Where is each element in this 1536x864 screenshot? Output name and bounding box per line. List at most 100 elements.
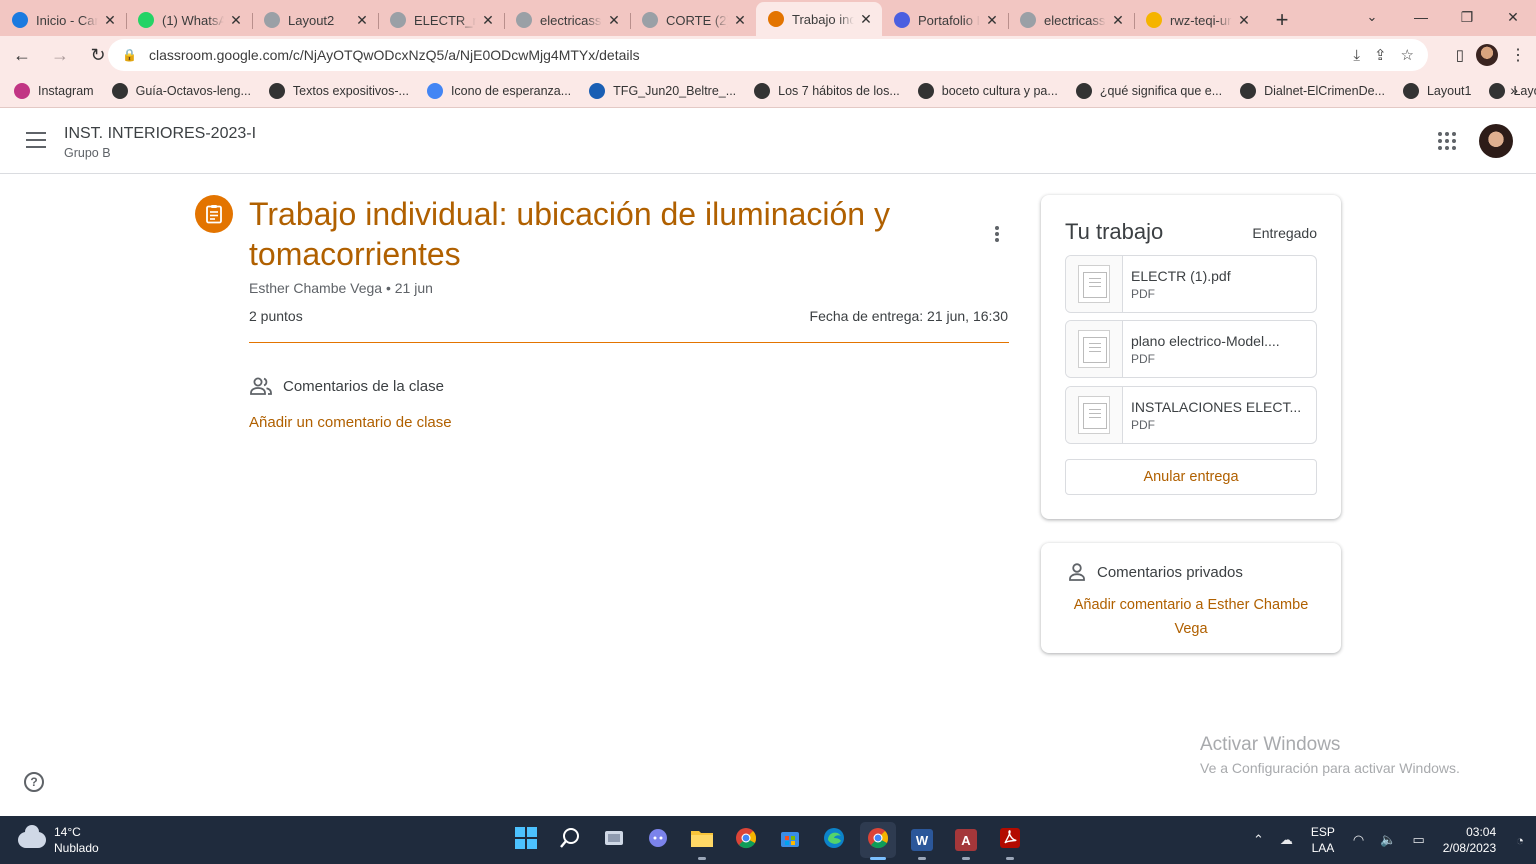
add-private-comment-link[interactable]: Añadir comentario a Esther Chambe Vega: [1065, 593, 1317, 641]
browser-tab[interactable]: (1) WhatsApp✕: [126, 4, 252, 36]
pdf-thumbnail-icon: [1066, 256, 1123, 312]
tab-favicon-icon: [138, 12, 154, 28]
onedrive-icon[interactable]: ☁: [1280, 832, 1293, 848]
bookmarks-overflow-icon[interactable]: »: [1510, 82, 1518, 98]
taskbar-search-button[interactable]: [552, 822, 588, 858]
tab-close-icon[interactable]: ✕: [1236, 12, 1252, 29]
browser-tab[interactable]: CORTE (2) ✕: [630, 4, 756, 36]
window-controls: ⌄ — ❐ ✕: [1352, 0, 1536, 34]
volume-icon[interactable]: 🔈: [1380, 832, 1396, 848]
tab-close-icon[interactable]: ✕: [1110, 12, 1126, 29]
close-window-icon[interactable]: ✕: [1490, 9, 1536, 26]
bookmark-item[interactable]: boceto cultura y pa...: [917, 82, 1058, 99]
tab-close-icon[interactable]: ✕: [606, 12, 622, 29]
lock-icon[interactable]: 🔒: [122, 48, 137, 62]
your-work-card: Tu trabajo Entregado ELECTR (1).pdf PDF pl…: [1041, 195, 1341, 519]
browser-tab[interactable]: Trabajo indi ✕: [756, 2, 882, 36]
clock-time: 03:04: [1466, 825, 1497, 839]
tab-close-icon[interactable]: ✕: [228, 12, 244, 29]
bookmark-item[interactable]: ¿qué significa que e...: [1075, 82, 1222, 99]
taskbar-file-explorer-button[interactable]: [684, 822, 720, 860]
taskbar-teams-button[interactable]: [640, 822, 676, 858]
browser-tab[interactable]: electricasss ✕: [1008, 4, 1134, 36]
bookmark-item[interactable]: Los 7 hábitos de los...: [754, 82, 900, 99]
battery-icon[interactable]: ▭: [1412, 832, 1424, 848]
tab-search-icon[interactable]: ⌄: [1352, 9, 1392, 25]
cloud-icon: [18, 825, 46, 848]
bookmark-item[interactable]: Textos expositivos-...: [268, 82, 409, 99]
main-menu-icon[interactable]: [26, 132, 46, 148]
browser-tab[interactable]: Layout2 ✕: [252, 4, 378, 36]
taskbar-chrome-button[interactable]: [728, 822, 764, 858]
attachment-type: PDF: [1131, 418, 1155, 432]
taskbar-chrome-profile-button[interactable]: [860, 822, 896, 860]
tab-close-icon[interactable]: ✕: [102, 12, 118, 29]
unsubmit-button[interactable]: Anular entrega: [1065, 459, 1317, 495]
minimize-icon[interactable]: —: [1398, 9, 1444, 25]
taskbar-edge-button[interactable]: [816, 822, 852, 858]
bookmark-item[interactable]: Guía-Octavos-leng...: [111, 82, 251, 99]
bookmark-star-icon[interactable]: ☆: [1401, 46, 1414, 64]
browser-tab[interactable]: electricasss ✕: [504, 4, 630, 36]
taskbar-word-button[interactable]: W: [904, 822, 940, 860]
weather-widget[interactable]: 14°C Nublado: [18, 824, 99, 856]
wifi-icon[interactable]: ◠: [1353, 832, 1364, 848]
acrobat-icon: [999, 827, 1021, 853]
class-comments-heading: Comentarios de la clase: [249, 376, 444, 396]
attachment-item[interactable]: ELECTR (1).pdf PDF: [1065, 255, 1317, 313]
tab-title: electricasss: [1044, 12, 1106, 28]
bookmark-label: boceto cultura y pa...: [941, 83, 1058, 98]
restore-icon[interactable]: ❐: [1444, 9, 1490, 26]
language-code: ESP: [1310, 825, 1335, 839]
notifications-icon[interactable]: ◔: [1516, 833, 1524, 848]
bookmark-item[interactable]: Icono de esperanza...: [426, 82, 571, 99]
tab-title: CORTE (2): [666, 12, 728, 28]
bookmark-item[interactable]: Instagram: [14, 82, 94, 99]
forward-icon[interactable]: →: [44, 39, 76, 71]
tab-favicon-icon: [894, 12, 910, 28]
tab-close-icon[interactable]: ✕: [858, 11, 874, 28]
add-class-comment-link[interactable]: Añadir un comentario de clase: [249, 414, 452, 431]
bookmark-item[interactable]: TFG_Jun20_Beltre_...: [589, 82, 736, 99]
taskbar-task-view-button[interactable]: [596, 822, 632, 858]
taskbar-start-button[interactable]: [508, 822, 544, 858]
clock[interactable]: 03:04 2/08/2023: [1443, 824, 1496, 856]
private-comments-card: Comentarios privados Añadir comentario a…: [1041, 543, 1341, 653]
new-tab-button[interactable]: +: [1260, 4, 1304, 36]
tab-close-icon[interactable]: ✕: [732, 12, 748, 29]
taskbar-store-button[interactable]: [772, 822, 808, 858]
browser-tab[interactable]: rwz-teqi-ur ✕: [1134, 4, 1260, 36]
person-icon: [1069, 563, 1085, 581]
more-options-icon[interactable]: [987, 224, 1007, 244]
bookmark-item[interactable]: Dialnet-ElCrimenDe...: [1240, 82, 1385, 99]
taskbar-acrobat-button[interactable]: [992, 822, 1028, 860]
search-icon: [559, 827, 581, 853]
address-bar[interactable]: 🔒 classroom.google.com/c/NjAyOTQwODcxNzQ…: [108, 39, 1428, 71]
attachment-item[interactable]: INSTALACIONES ELECT... PDF: [1065, 386, 1317, 444]
tab-close-icon[interactable]: ✕: [354, 12, 370, 29]
browser-tab[interactable]: Portafolio Ir ✕: [882, 4, 1008, 36]
back-icon[interactable]: ←: [6, 39, 38, 71]
chevron-up-icon[interactable]: ⌃: [1253, 832, 1264, 848]
browser-tab[interactable]: Inicio - Canva✕: [0, 4, 126, 36]
taskbar-access-button[interactable]: A: [948, 822, 984, 860]
your-work-title: Tu trabajo: [1065, 219, 1164, 244]
profile-avatar-icon[interactable]: [1476, 44, 1498, 66]
install-icon[interactable]: ⤓: [1353, 47, 1360, 64]
attachment-item[interactable]: plano electrico-Model.... PDF: [1065, 320, 1317, 378]
tab-close-icon[interactable]: ✕: [984, 12, 1000, 29]
class-name[interactable]: INST. INTERIORES-2023-I: [64, 125, 256, 143]
browser-tab[interactable]: ELECTR_me✕: [378, 4, 504, 36]
share-icon[interactable]: ⇪: [1374, 46, 1387, 64]
help-icon[interactable]: ?: [24, 772, 44, 792]
google-apps-icon[interactable]: [1438, 132, 1456, 150]
input-language[interactable]: ESP LAA: [1311, 824, 1335, 856]
bookmark-item[interactable]: Layout1: [1402, 82, 1471, 99]
account-avatar[interactable]: [1479, 124, 1513, 158]
watermark-subtitle: Ve a Configuración para activar Windows.: [1200, 760, 1460, 776]
side-panel-icon[interactable]: ▯: [1456, 46, 1464, 64]
chrome-menu-icon[interactable]: ⋮: [1510, 45, 1526, 65]
tab-close-icon[interactable]: ✕: [480, 12, 496, 29]
tab-favicon-icon: [12, 12, 28, 28]
assignment-title: Trabajo individual: ubicación de ilumina…: [249, 196, 890, 272]
